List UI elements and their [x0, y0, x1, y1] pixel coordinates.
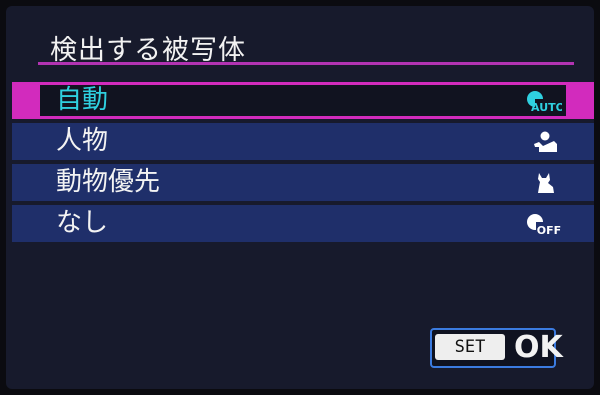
ok-label: OK [514, 330, 563, 365]
title-divider [38, 62, 574, 65]
menu-item-label: 人物 [56, 126, 109, 156]
set-key-label: SET [435, 334, 505, 360]
subject-detection-menu: 自動 AUTO 人物 動物優先 なし OFF [12, 82, 594, 246]
subject-off-icon: OFF [526, 213, 562, 237]
menu-item-person[interactable]: 人物 [12, 123, 594, 160]
person-icon [526, 131, 562, 153]
menu-item-label: なし [56, 208, 109, 238]
svg-text:AUTO: AUTO [531, 101, 562, 112]
menu-item-auto[interactable]: 自動 AUTO [12, 82, 594, 119]
subject-auto-icon: AUTO [526, 90, 565, 114]
camera-menu-screen: 検出する被写体 自動 AUTO 人物 動物優先 なし OFF SET OK [6, 6, 594, 389]
menu-item-none[interactable]: なし OFF [12, 205, 594, 242]
menu-item-animal-priority[interactable]: 動物優先 [12, 164, 594, 201]
set-ok-button[interactable]: SET OK [430, 328, 563, 368]
svg-text:OFF: OFF [537, 224, 561, 235]
menu-item-label: 動物優先 [56, 167, 161, 197]
menu-item-label: 自動 [56, 85, 109, 115]
animal-icon [526, 172, 562, 194]
